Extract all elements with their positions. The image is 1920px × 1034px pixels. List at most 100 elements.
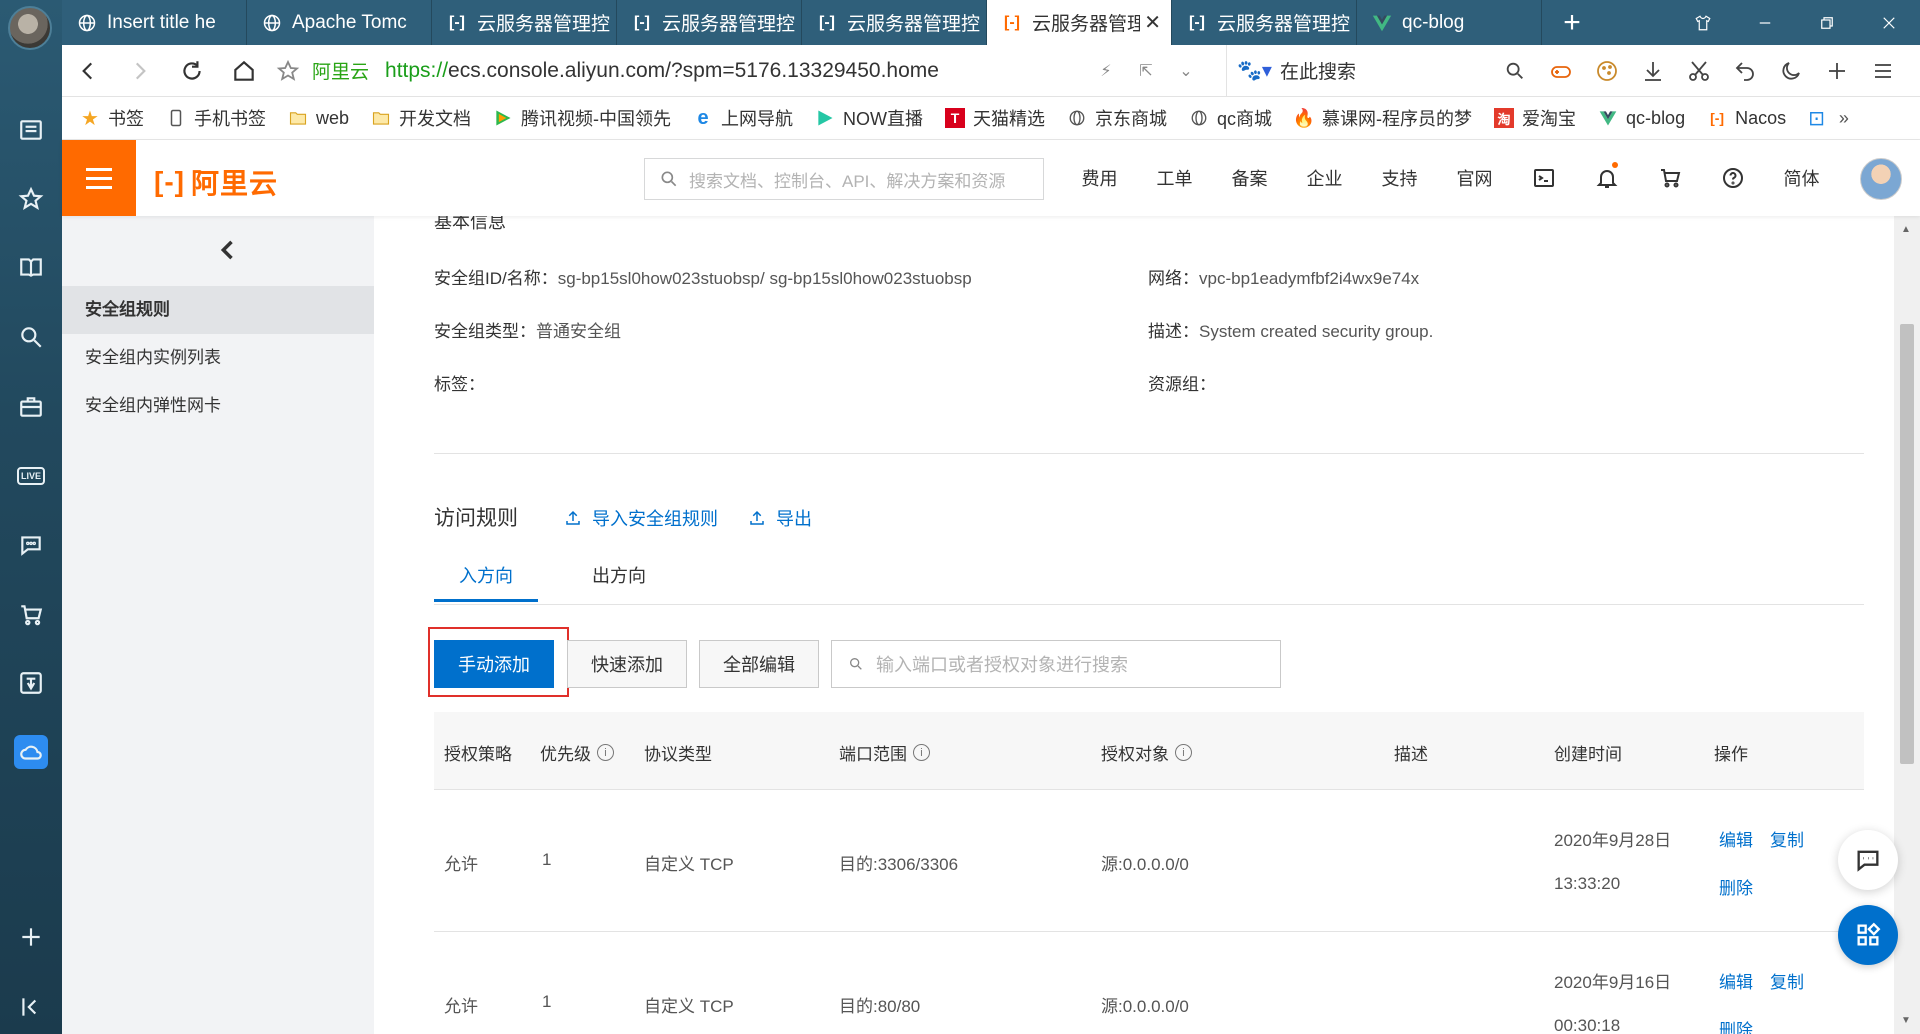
new-tab-button[interactable]: + <box>1542 0 1602 45</box>
favorites-star-icon[interactable] <box>14 182 48 216</box>
search-icon[interactable] <box>14 320 48 354</box>
minimize-icon[interactable] <box>1734 0 1796 45</box>
live-icon[interactable]: LIVE <box>14 459 48 493</box>
cloud-sync-icon[interactable] <box>14 735 48 769</box>
tab-inbound[interactable]: 入方向 <box>434 562 538 602</box>
info-icon[interactable]: i <box>597 744 614 761</box>
tab[interactable]: [-] 云服务器管理控 <box>432 0 617 45</box>
menu-icon[interactable] <box>1860 45 1906 97</box>
notification-bell-icon[interactable] <box>1575 162 1638 190</box>
page-scrollbar[interactable]: ▲ ▼ <box>1894 216 1920 1034</box>
export-link[interactable]: 导出 <box>748 505 812 531</box>
close-window-icon[interactable] <box>1858 0 1920 45</box>
hamburger-menu-button[interactable] <box>62 140 136 216</box>
bookmark-item[interactable]: T 天猫精选 <box>945 105 1045 131</box>
game-icon[interactable] <box>1538 45 1584 97</box>
bookmark-item[interactable]: 🔥 慕课网-程序员的梦 <box>1293 105 1472 131</box>
bookmark-item[interactable]: NOW直播 <box>815 105 923 131</box>
bookmark-star-icon[interactable] <box>276 59 300 83</box>
feedback-chat-button[interactable] <box>1838 830 1898 890</box>
bookmark-item[interactable]: qc-blog <box>1598 108 1685 129</box>
console-search-input[interactable]: 搜索文档、控制台、API、解决方案和资源 <box>644 158 1044 200</box>
nav-official-site[interactable]: 官网 <box>1437 165 1512 191</box>
translate-icon[interactable] <box>14 666 48 700</box>
bookmark-item[interactable]: web <box>288 108 349 129</box>
nav-icp[interactable]: 备案 <box>1212 165 1287 191</box>
restore-icon[interactable] <box>1796 0 1858 45</box>
terminal-icon[interactable] <box>1512 166 1575 190</box>
manual-add-button[interactable]: 手动添加 <box>434 640 554 688</box>
scroll-down-arrow-icon[interactable]: ▼ <box>1901 1015 1911 1026</box>
chevron-down-icon[interactable]: ⌄ <box>1166 61 1206 81</box>
add-icon[interactable] <box>1814 45 1860 97</box>
night-mode-icon[interactable] <box>1768 45 1814 97</box>
collapse-sidebar-icon[interactable] <box>14 990 48 1024</box>
bookmark-item[interactable]: 淘爱淘宝 <box>1494 105 1576 131</box>
sidebar-item-rules[interactable]: 安全组规则 <box>62 286 374 334</box>
news-icon[interactable] <box>14 113 48 147</box>
reload-button[interactable] <box>166 45 218 97</box>
bookmark-item[interactable]: e 上网导航 <box>693 105 793 131</box>
more-bookmarks-icon[interactable]: ⊡» <box>1808 106 1849 131</box>
user-avatar[interactable] <box>1860 158 1902 200</box>
copy-link[interactable]: 复制 <box>1770 826 1804 851</box>
edit-link[interactable]: 编辑 <box>1719 968 1753 993</box>
cookie-icon[interactable] <box>1584 45 1630 97</box>
scissors-icon[interactable] <box>1676 45 1722 97</box>
close-tab-icon[interactable]: ✕ <box>1144 10 1161 35</box>
bookmark-item[interactable]: [-] Nacos <box>1707 108 1786 129</box>
url-field[interactable]: 阿里云 https://ecs.console.aliyun.com/?spm=… <box>276 45 1086 97</box>
edit-all-button[interactable]: 全部编辑 <box>699 640 819 688</box>
nav-tickets[interactable]: 工单 <box>1137 165 1212 191</box>
tab[interactable]: Apache Tomc <box>247 0 432 45</box>
bookmark-item[interactable]: ★ 书签 <box>80 105 144 131</box>
delete-link[interactable]: 删除 <box>1719 874 1753 899</box>
edit-link[interactable]: 编辑 <box>1719 826 1753 851</box>
scrollbar-thumb[interactable] <box>1900 324 1914 764</box>
add-icon[interactable] <box>14 920 48 954</box>
cart-icon[interactable] <box>1638 166 1701 190</box>
bookmark-item[interactable]: 手机书签 <box>166 105 266 131</box>
tab[interactable]: [-] 云服务器管理控 <box>802 0 987 45</box>
paw-search-engine-icon[interactable]: 🐾▾ <box>1237 58 1272 83</box>
import-rules-link[interactable]: 导入安全组规则 <box>564 505 718 531</box>
rules-search-input[interactable]: 输入端口或者授权对象进行搜索 <box>831 640 1281 688</box>
info-icon[interactable]: i <box>913 744 930 761</box>
tab[interactable]: qc-blog <box>1357 0 1542 45</box>
reading-book-icon[interactable] <box>14 250 48 284</box>
user-avatar[interactable] <box>8 6 52 50</box>
forward-button[interactable] <box>114 45 166 97</box>
sidebar-item-enis[interactable]: 安全组内弹性网卡 <box>62 382 374 430</box>
download-icon[interactable] <box>1630 45 1676 97</box>
aliyun-logo[interactable]: [-] 阿里云 <box>154 162 278 202</box>
nav-enterprise[interactable]: 企业 <box>1287 165 1362 191</box>
tab[interactable]: [-] 云服务器管理控 <box>1172 0 1357 45</box>
info-icon[interactable]: i <box>1175 744 1192 761</box>
sidebar-item-instances[interactable]: 安全组内实例列表 <box>62 334 374 382</box>
back-button[interactable] <box>62 45 114 97</box>
lightning-icon[interactable]: ⚡ <box>1086 61 1126 81</box>
nav-billing[interactable]: 费用 <box>1062 165 1137 191</box>
bookmark-item[interactable]: qc商城 <box>1189 105 1272 131</box>
shirt-skin-icon[interactable] <box>1672 0 1734 45</box>
chat-bubble-icon[interactable] <box>14 528 48 562</box>
back-chevron-icon[interactable] <box>214 236 244 266</box>
copy-link[interactable]: 复制 <box>1770 968 1804 993</box>
browser-search-box[interactable]: 🐾▾ 在此搜索 <box>1226 44 1526 97</box>
tab[interactable]: Insert title he <box>62 0 247 45</box>
scroll-up-arrow-icon[interactable]: ▲ <box>1901 224 1911 235</box>
bookmark-item[interactable]: 京东商城 <box>1067 105 1167 131</box>
bookmark-item[interactable]: 开发文档 <box>371 105 471 131</box>
apps-grid-button[interactable] <box>1838 905 1898 965</box>
tab[interactable]: [-] 云服务器管理控 <box>617 0 802 45</box>
bookmark-item[interactable]: 腾讯视频-中国领先 <box>493 105 671 131</box>
briefcase-icon[interactable] <box>14 390 48 424</box>
share-icon[interactable]: ⇱ <box>1126 61 1166 81</box>
tab-outbound[interactable]: 出方向 <box>567 562 671 602</box>
undo-icon[interactable] <box>1722 45 1768 97</box>
language-switch[interactable]: 简体 <box>1764 165 1839 191</box>
nav-support[interactable]: 支持 <box>1362 165 1437 191</box>
shopping-cart-icon[interactable] <box>14 598 48 632</box>
delete-link[interactable]: 删除 <box>1719 1016 1753 1034</box>
quick-add-button[interactable]: 快速添加 <box>567 640 687 688</box>
